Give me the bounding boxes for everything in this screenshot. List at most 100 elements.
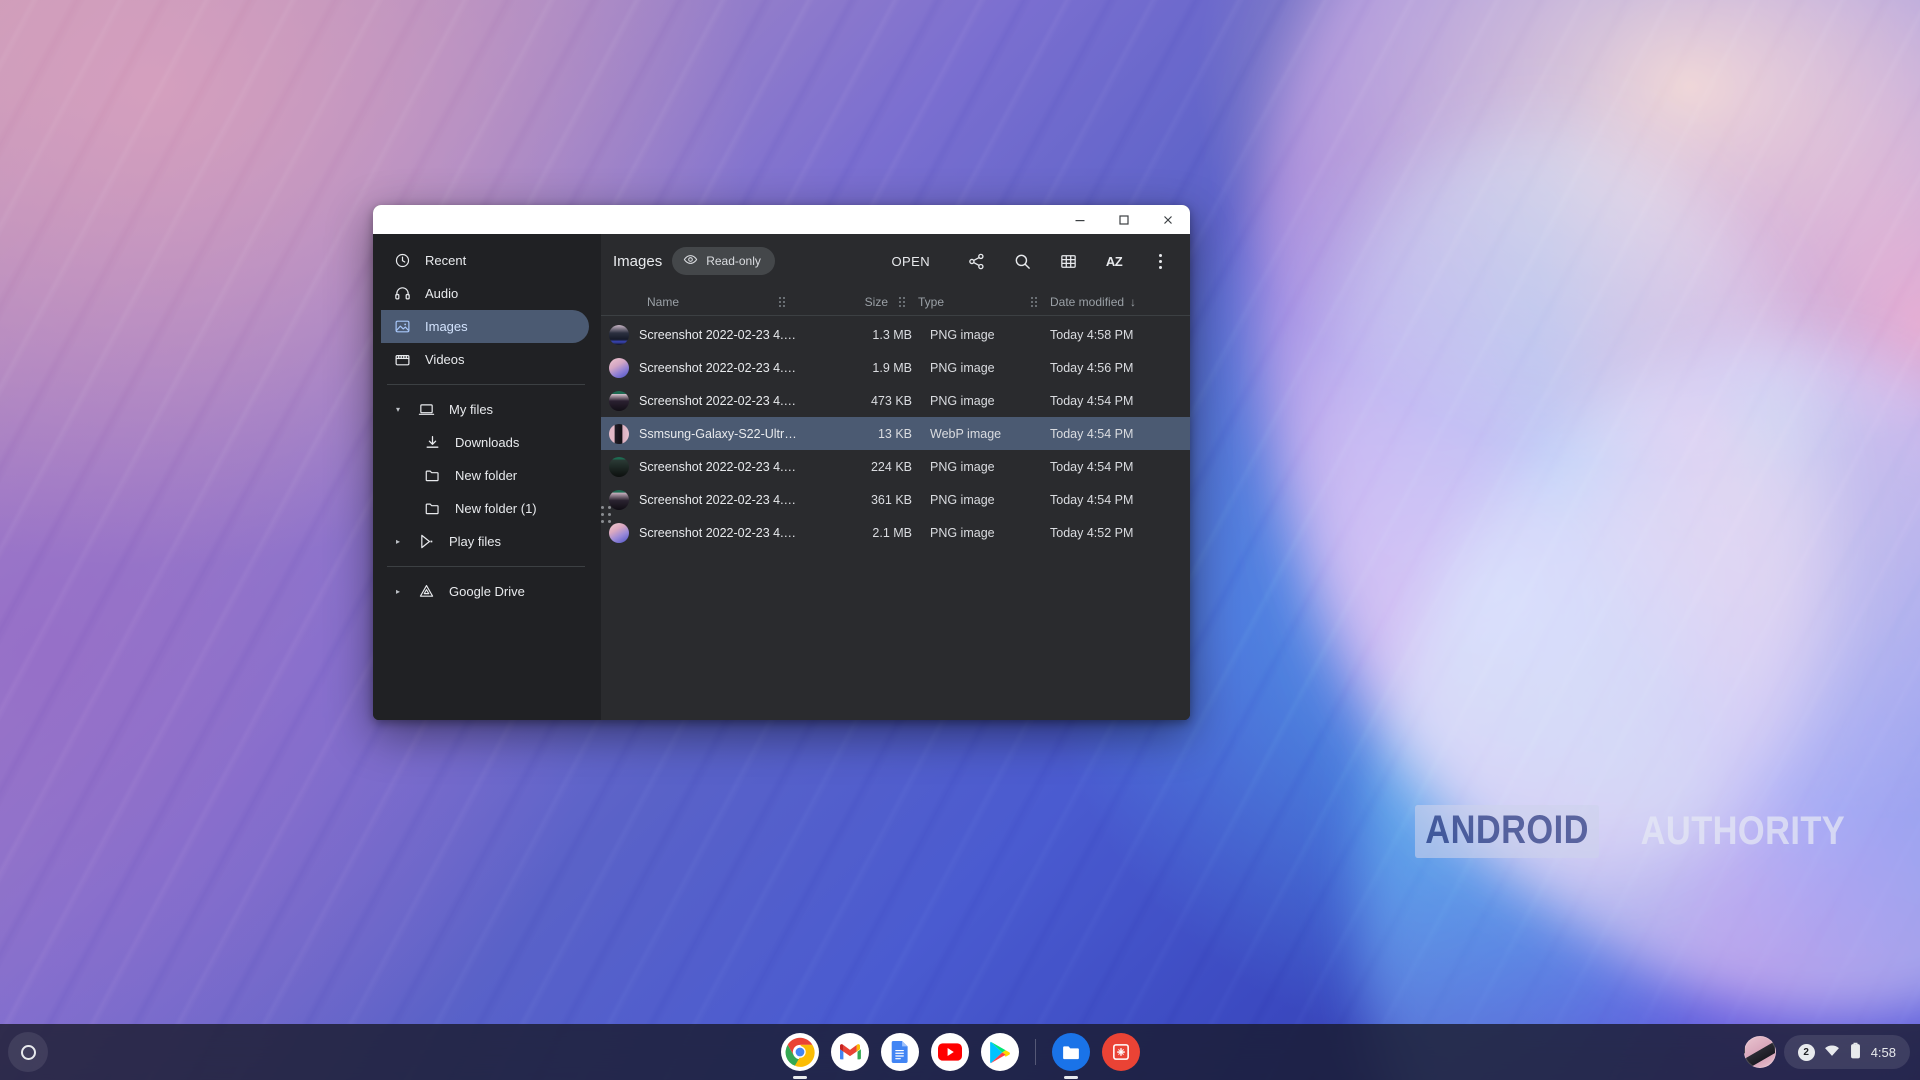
row-name-cell: Screenshot 2022-02-23 4.54.16 PM.png: [609, 489, 812, 510]
file-type: PNG image: [930, 459, 995, 474]
file-name: Ssmsung-Galaxy-S22-Ultra-in-front-of-pai…: [639, 426, 812, 441]
sidebar-item-new-folder[interactable]: New folder: [381, 459, 589, 492]
sort-az-label: AZ: [1105, 253, 1123, 269]
sidebar-item-label: Google Drive: [449, 584, 525, 599]
file-type: PNG image: [930, 393, 995, 408]
file-name: Screenshot 2022-02-23 4.54.50 PM.png: [639, 393, 812, 408]
sidebar-item-videos[interactable]: Videos: [381, 343, 589, 376]
table-row[interactable]: Ssmsung-Galaxy-S22-Ultra-in-front-of-pai…: [601, 417, 1190, 450]
sidebar-item-label: Videos: [425, 352, 465, 367]
gallery-icon: [1112, 1044, 1129, 1060]
sidebar-item-my-files[interactable]: ▾ My files: [381, 393, 589, 426]
open-button[interactable]: OPEN: [880, 247, 942, 276]
shelf: 2 4:58: [0, 1024, 1920, 1080]
sidebar-item-google-drive[interactable]: ▸ Google Drive: [381, 575, 589, 608]
sidebar-divider-1: [387, 384, 585, 385]
files-icon: [1062, 1046, 1079, 1060]
file-name: Screenshot 2022-02-23 4.58.04 PM.png: [639, 327, 812, 342]
table-header-row: Name Size Type Date modified ↓: [601, 288, 1190, 316]
shelf-app-chrome[interactable]: [780, 1033, 819, 1071]
maximize-button[interactable]: [1102, 205, 1146, 234]
file-thumbnail: [609, 324, 629, 345]
shelf-app-gallery[interactable]: [1101, 1033, 1140, 1071]
sidebar-item-play-files[interactable]: ▸ Play files: [381, 525, 589, 558]
table-row[interactable]: Screenshot 2022-02-23 4.54.33 PM.png 224…: [601, 450, 1190, 483]
shelf-app-youtube[interactable]: [930, 1033, 969, 1071]
column-divider-name[interactable]: [776, 296, 788, 307]
file-date-modified: Today 4:56 PM: [1050, 360, 1134, 375]
headphones-icon: [393, 285, 411, 303]
more-options-icon[interactable]: [1142, 243, 1178, 279]
grid-view-icon[interactable]: [1050, 243, 1086, 279]
battery-icon[interactable]: [1849, 1042, 1862, 1062]
sidebar-item-new-folder-1[interactable]: New folder (1): [381, 492, 589, 525]
file-date-modified: Today 4:54 PM: [1050, 426, 1134, 441]
sidebar-item-label: Downloads: [455, 435, 520, 450]
watermark-suffix: AUTHORITY: [1640, 809, 1846, 853]
sidebar-divider-2: [387, 566, 585, 567]
avatar[interactable]: [1743, 1036, 1776, 1068]
file-size: 361 KB: [870, 492, 912, 507]
sidebar-item-audio[interactable]: Audio: [381, 277, 589, 310]
shelf-app-play-store[interactable]: [980, 1033, 1019, 1071]
watermark: ANDROID AUTHORITY: [1400, 805, 1862, 858]
chevron-right-icon[interactable]: ▸: [393, 537, 403, 546]
chevron-right-icon[interactable]: ▸: [393, 587, 403, 596]
file-name: Screenshot 2022-02-23 4.54.33 PM.png: [639, 459, 812, 474]
sidebar-resize-handle[interactable]: [599, 502, 613, 526]
column-header-type[interactable]: Type: [908, 295, 1028, 309]
file-thumbnail: [609, 456, 629, 477]
video-icon: [393, 351, 411, 369]
column-divider-type[interactable]: [1028, 296, 1040, 307]
search-icon[interactable]: [1004, 243, 1040, 279]
sidebar-item-images[interactable]: Images: [381, 310, 589, 343]
sidebar-item-label: New folder: [455, 468, 518, 483]
chevron-down-icon[interactable]: ▾: [393, 405, 403, 414]
status-badge: Read-only: [672, 247, 775, 275]
shelf-app-docs[interactable]: [880, 1033, 919, 1071]
file-thumbnail: [609, 390, 629, 411]
status-area[interactable]: 2 4:58: [1783, 1035, 1910, 1069]
launcher-button[interactable]: [8, 1032, 48, 1072]
file-date-modified: Today 4:54 PM: [1050, 393, 1134, 408]
row-name-cell: Screenshot 2022-02-23 4.58.04 PM.png: [609, 324, 812, 345]
notification-badge[interactable]: 2: [1797, 1043, 1815, 1061]
desktop: ANDROID AUTHORITY Recent Audio Images Vi…: [0, 0, 1920, 1080]
sidebar-item-label: Recent: [425, 253, 467, 268]
window-titlebar[interactable]: [373, 205, 1190, 234]
table-row[interactable]: Screenshot 2022-02-23 4.58.04 PM.png 1.3…: [601, 318, 1190, 351]
sidebar-item-label: New folder (1): [455, 501, 537, 516]
page-title: Images: [613, 252, 663, 270]
minimize-button[interactable]: [1058, 205, 1102, 234]
clock-time[interactable]: 4:58: [1871, 1045, 1896, 1060]
table-row[interactable]: Screenshot 2022-02-23 4.54.50 PM.png 473…: [601, 384, 1190, 417]
file-name: Screenshot 2022-02-23 4.52.45 PM.png: [639, 525, 812, 540]
table-row[interactable]: Screenshot 2022-02-23 4.52.45 PM.png 2.1…: [601, 516, 1190, 549]
sort-az-icon[interactable]: AZ: [1096, 243, 1132, 279]
sidebar-item-downloads[interactable]: Downloads: [381, 426, 589, 459]
file-type: PNG image: [930, 360, 995, 375]
column-header-size[interactable]: Size: [788, 295, 896, 309]
column-divider-size[interactable]: [896, 296, 908, 307]
table-row[interactable]: Screenshot 2022-02-23 4.54.16 PM.png 361…: [601, 483, 1190, 516]
folder-icon: [423, 467, 441, 485]
sidebar: Recent Audio Images Videos ▾ My files Do…: [373, 234, 611, 720]
column-header-name[interactable]: Name: [609, 295, 776, 309]
download-icon: [423, 434, 441, 452]
clock-icon: [393, 252, 411, 270]
close-button[interactable]: [1146, 205, 1190, 234]
play-store-icon: [989, 1041, 1010, 1063]
file-type: PNG image: [930, 525, 995, 540]
share-icon[interactable]: [958, 243, 994, 279]
shelf-app-gmail[interactable]: [830, 1033, 869, 1071]
shelf-app-list: [780, 1033, 1140, 1071]
table-row[interactable]: Screenshot 2022-02-23 4.56.23 PM.png 1.9…: [601, 351, 1190, 384]
sidebar-item-recent[interactable]: Recent: [381, 244, 589, 277]
laptop-icon: [417, 401, 435, 419]
watermark-brand: ANDROID: [1414, 805, 1600, 858]
shelf-app-files[interactable]: [1051, 1033, 1090, 1071]
docs-icon: [891, 1041, 908, 1063]
column-header-date-modified[interactable]: Date modified ↓: [1040, 295, 1190, 309]
wifi-icon[interactable]: [1824, 1043, 1840, 1062]
wallpaper-swirl-1: [1078, 0, 1920, 1080]
